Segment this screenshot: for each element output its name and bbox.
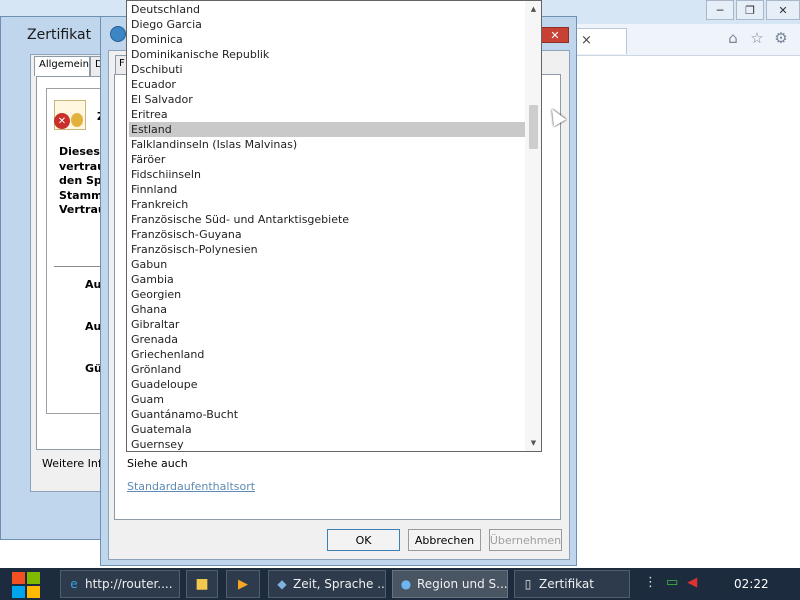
dropdown-item[interactable]: Estland: [129, 122, 525, 137]
see-also-label: Siehe auch: [127, 457, 188, 470]
dropdown-item[interactable]: Guam: [129, 392, 525, 407]
gear-icon[interactable]: ⚙: [772, 29, 790, 47]
dropdown-scrollbar[interactable]: ▲ ▼: [525, 1, 541, 451]
seal-icon: [71, 113, 83, 127]
dropdown-item[interactable]: Dominikanische Republik: [129, 47, 525, 62]
ok-button[interactable]: OK: [327, 529, 400, 551]
scroll-down-icon[interactable]: ▼: [525, 435, 541, 451]
minimize-button[interactable]: ─: [706, 0, 734, 20]
taskbar-item-browser[interactable]: e http://router....: [60, 570, 180, 598]
windows-logo-green: [27, 572, 40, 584]
default-location-link[interactable]: Standardaufenthaltsort: [127, 480, 255, 493]
taskbar-item-label: Region und S...: [417, 577, 508, 591]
dropdown-item[interactable]: Guernsey: [129, 437, 525, 451]
start-button[interactable]: [8, 570, 44, 598]
issued-by-label: Au: [85, 320, 102, 333]
taskbar-item-media[interactable]: ▶: [226, 570, 260, 598]
network-icon[interactable]: ▭: [666, 575, 678, 590]
taskbar-item-explorer[interactable]: ■: [186, 570, 218, 598]
country-dropdown-list[interactable]: Deutschland Diego Garcia Dominica Dominikan…: [126, 0, 542, 452]
dropdown-item[interactable]: Guantánamo-Bucht: [129, 407, 525, 422]
dropdown-item[interactable]: Finnland: [129, 182, 525, 197]
taskbar-item-settings[interactable]: ◆ Zeit, Sprache ...: [268, 570, 386, 598]
star-icon[interactable]: ☆: [748, 29, 766, 47]
taskbar: e http://router.... ■ ▶ ◆ Zeit, Sprache …: [0, 568, 800, 600]
more-info-label: Weitere Info: [42, 457, 102, 470]
ie-icon: e: [70, 577, 78, 591]
taskbar-item-certificate[interactable]: ▯ Zertifikat: [514, 570, 630, 598]
globe-icon: ●: [400, 577, 412, 591]
taskbar-item-region[interactable]: ● Region und S...: [392, 570, 508, 598]
dropdown-item[interactable]: Falklandinseln (Islas Malvinas): [129, 137, 525, 152]
dropdown-item[interactable]: Frankreich: [129, 197, 525, 212]
taskbar-item-label: Zertifikat: [539, 577, 594, 591]
dropdown-item[interactable]: Diego Garcia: [129, 17, 525, 32]
taskbar-item-label: Zeit, Sprache ...: [293, 577, 386, 591]
document-icon: ▯: [524, 577, 532, 591]
dropdown-item[interactable]: Färöer: [129, 152, 525, 167]
restore-button[interactable]: ❐: [736, 0, 764, 20]
dropdown-item[interactable]: Französisch-Guyana: [129, 227, 525, 242]
dropdown-item[interactable]: Gibraltar: [129, 317, 525, 332]
dropdown-item[interactable]: Grenada: [129, 332, 525, 347]
dropdown-item[interactable]: Dominica: [129, 32, 525, 47]
dropdown-item[interactable]: Georgien: [129, 287, 525, 302]
browser-nav-icons: ⌂ ☆ ⚙: [724, 29, 790, 47]
dropdown-item[interactable]: Dschibuti: [129, 62, 525, 77]
control-panel-icon: ◆: [277, 577, 287, 591]
region-close-button[interactable]: ✕: [541, 27, 569, 43]
dropdown-item[interactable]: El Salvador: [129, 92, 525, 107]
volume-muted-icon[interactable]: ◀: [687, 575, 697, 590]
windows-logo-red: [12, 572, 25, 584]
dropdown-item[interactable]: Gabun: [129, 257, 525, 272]
system-tray: ⋮ ▭ ◀: [644, 575, 697, 590]
taskbar-item-label: http://router....: [85, 577, 173, 591]
dropdown-item[interactable]: Ecuador: [129, 77, 525, 92]
windows-logo-yellow: [27, 586, 40, 598]
certificate-icon: ✕: [54, 100, 86, 130]
dropdown-item[interactable]: Griechenland: [129, 347, 525, 362]
cancel-button[interactable]: Abbrechen: [408, 529, 481, 551]
folder-icon: ■: [195, 576, 209, 592]
dropdown-item[interactable]: Guadeloupe: [129, 377, 525, 392]
scrollbar-thumb[interactable]: [529, 105, 538, 149]
windows-logo-blue: [12, 586, 25, 598]
close-window-button[interactable]: ✕: [766, 0, 800, 20]
dropdown-item[interactable]: Deutschland: [129, 2, 525, 17]
scroll-up-icon[interactable]: ▲: [525, 1, 541, 17]
certificate-dialog-title: Zertifikat: [27, 27, 92, 43]
tab-close-button[interactable]: ×: [581, 33, 592, 48]
dropdown-item[interactable]: Fidschiinseln: [129, 167, 525, 182]
dropdown-item[interactable]: Französische Süd- und Antarktisgebiete: [129, 212, 525, 227]
dropdown-item[interactable]: Gambia: [129, 272, 525, 287]
issued-to-label: Au: [85, 278, 102, 291]
dropdown-item[interactable]: Ghana: [129, 302, 525, 317]
dropdown-item[interactable]: Grönland: [129, 362, 525, 377]
home-icon[interactable]: ⌂: [724, 29, 742, 47]
error-icon: ✕: [54, 113, 70, 129]
window-controls: ─ ❐ ✕: [704, 0, 800, 20]
globe-icon: [110, 26, 126, 42]
dropdown-item[interactable]: Guatemala: [129, 422, 525, 437]
apply-button[interactable]: Übernehmen: [489, 529, 562, 551]
dropdown-item[interactable]: Französisch-Polynesien: [129, 242, 525, 257]
more-icon[interactable]: ⋮: [644, 575, 657, 590]
clock[interactable]: 02:22: [734, 577, 769, 591]
media-player-icon: ▶: [238, 576, 248, 592]
tab-allgemein[interactable]: Allgemein: [34, 56, 90, 76]
dropdown-item[interactable]: Eritrea: [129, 107, 525, 122]
